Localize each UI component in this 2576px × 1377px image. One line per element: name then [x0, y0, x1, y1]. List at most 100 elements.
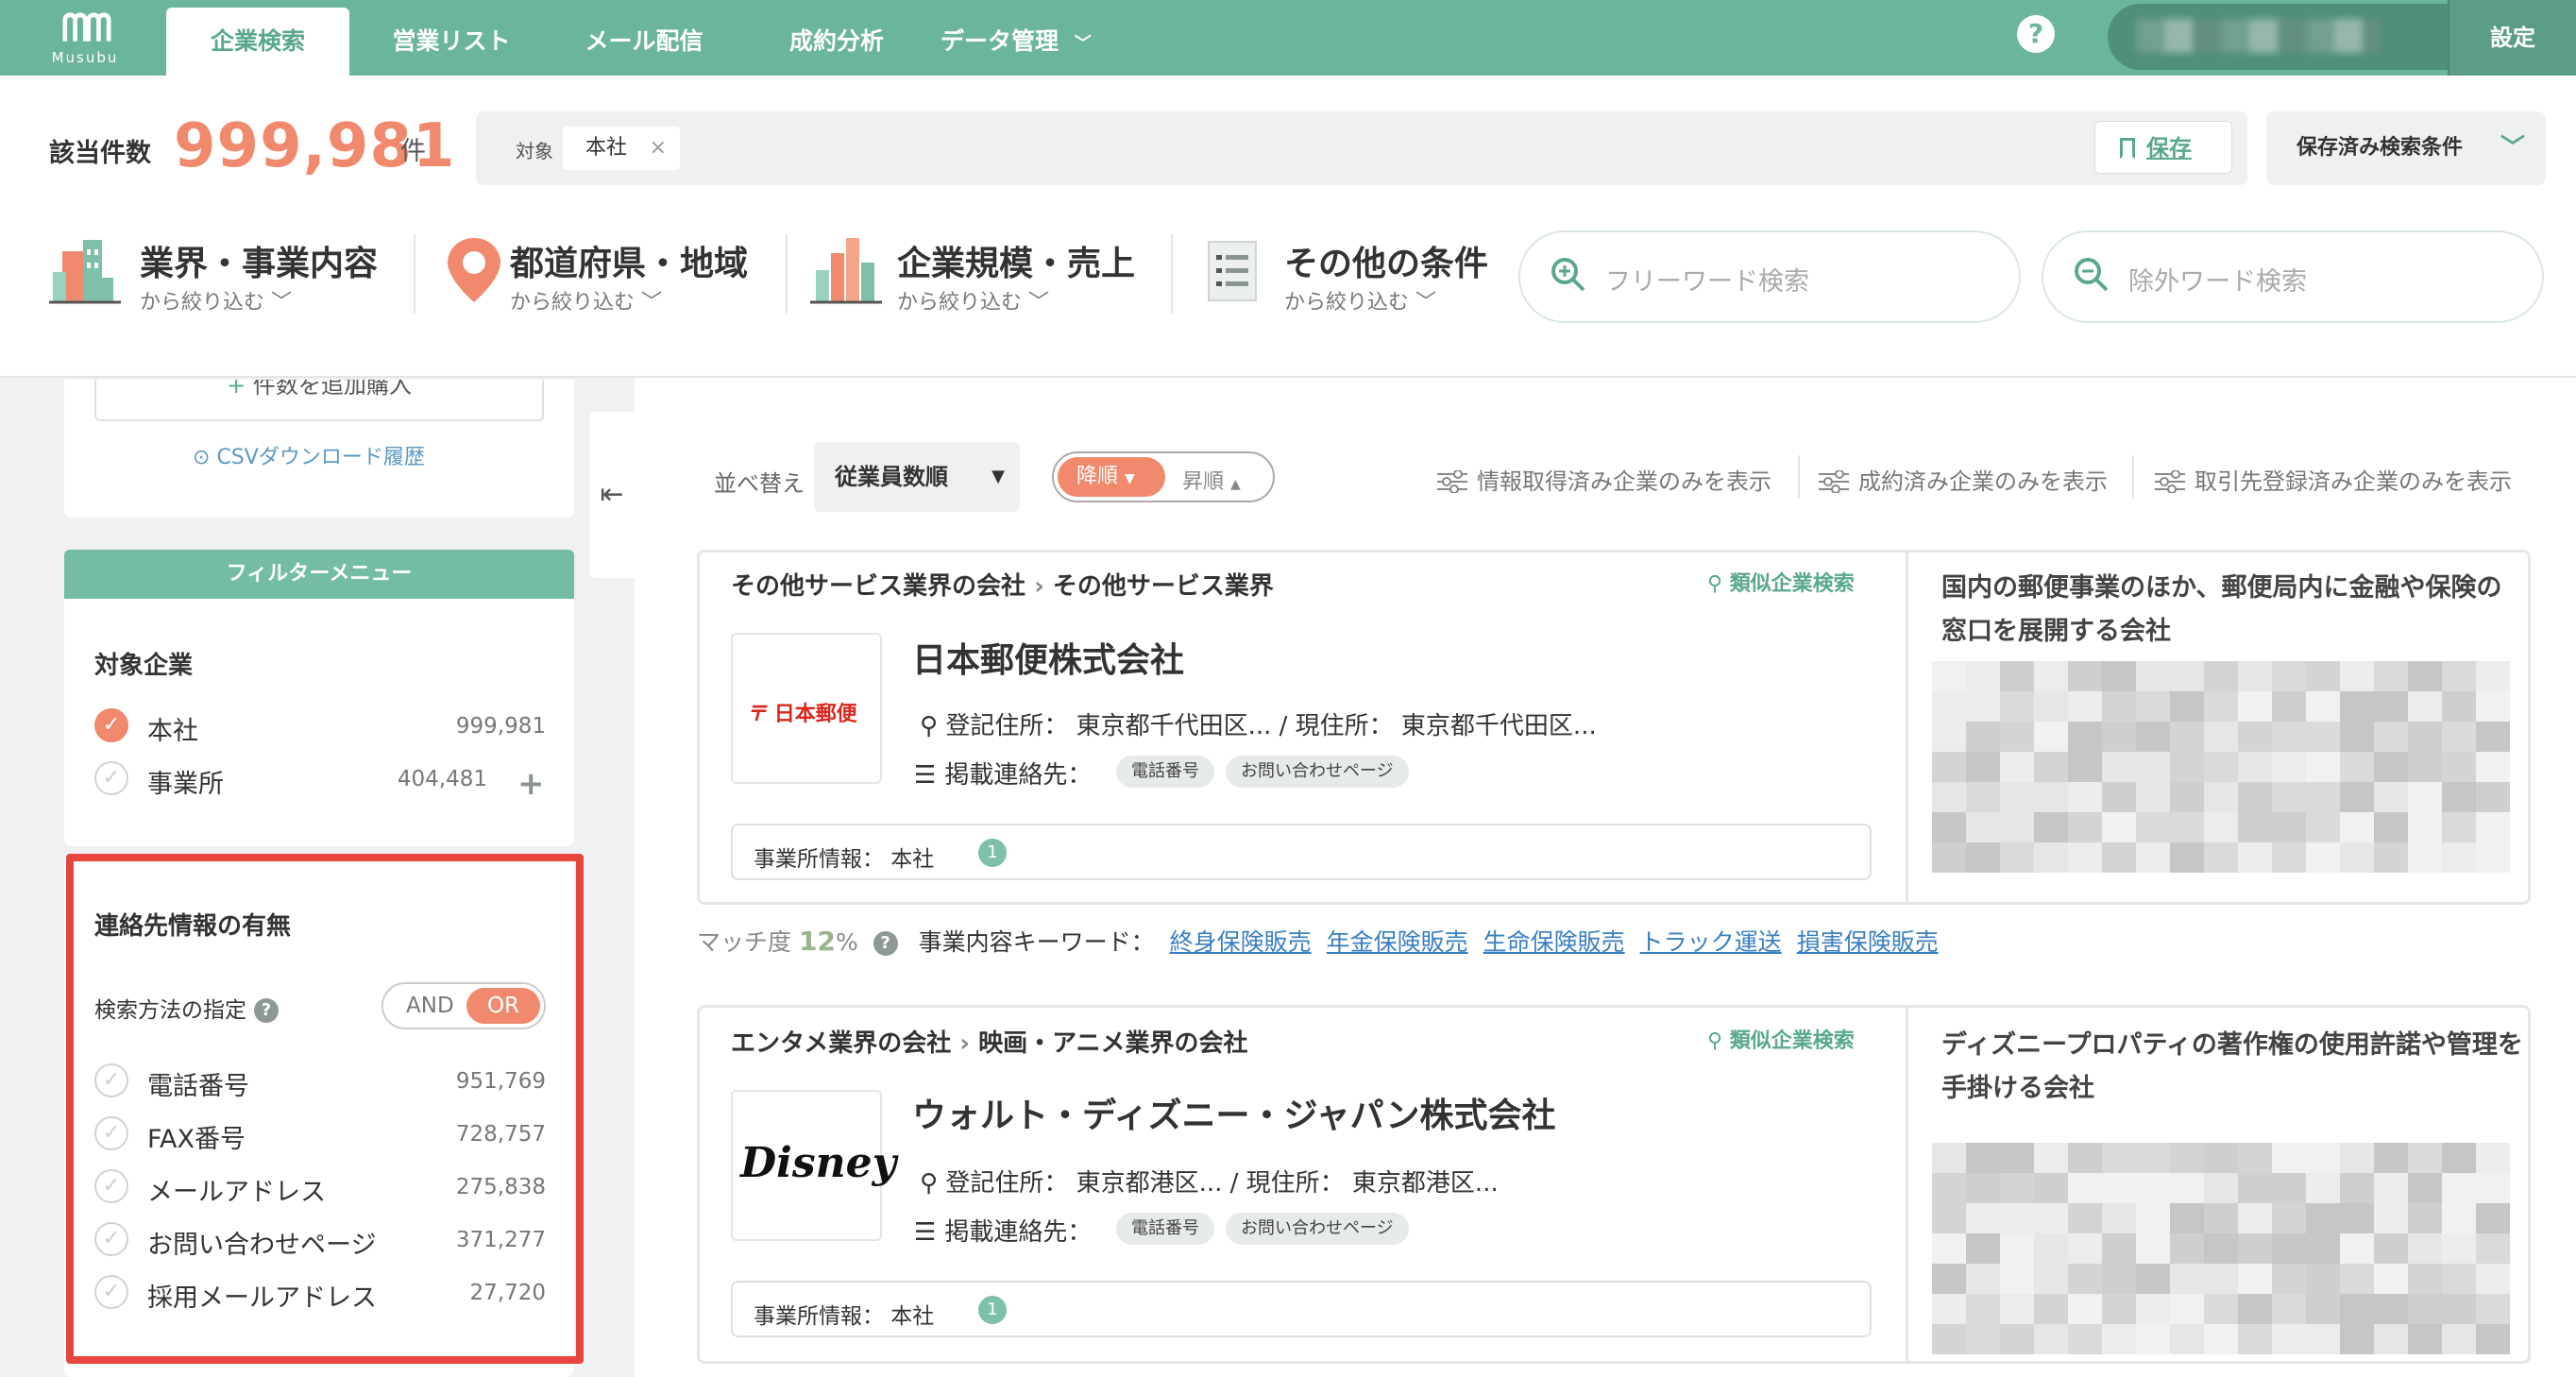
checkbox-icon[interactable]: ✓ [94, 1275, 128, 1309]
category-other-conditions[interactable]: その他の条件 から絞り込む ﹀ [1199, 227, 1492, 321]
checkbox-icon[interactable]: ✓ [94, 1169, 128, 1203]
mosaic-pixel [1932, 1173, 1966, 1203]
tab-company-search[interactable]: 企業検索 [166, 8, 349, 76]
mosaic-pixel [2204, 691, 2238, 722]
mosaic-pixel [1966, 1294, 2000, 1324]
option-phone[interactable]: ✓ 電話番号 951,769 [94, 1062, 546, 1101]
musubu-logo[interactable]: ᗰᗰ Musubu [38, 8, 132, 70]
keyword-link[interactable]: 生命保険販売 [1483, 928, 1625, 956]
keyword-link[interactable]: 年金保険販売 [1327, 928, 1468, 956]
mosaic-pixel [2374, 1264, 2408, 1294]
toggle-or[interactable]: OR [466, 988, 540, 1024]
mosaic-pixel [2034, 1143, 2068, 1173]
category-industry[interactable]: 業界・事業内容 から絞り込む ﹀ [49, 227, 398, 321]
divider [1906, 1008, 1908, 1361]
mosaic-pixel [2408, 812, 2442, 842]
checkbox-icon[interactable]: ✓ [94, 1116, 128, 1150]
category-company-size[interactable]: 企業規模・売上 から絞り込む ﹀ [810, 227, 1169, 321]
mosaic-pixel [2136, 691, 2170, 722]
tab-contract-analysis[interactable]: 成約分析 [752, 0, 922, 76]
mosaic-pixel [2442, 691, 2476, 722]
office-info-box[interactable]: 事業所情報： 本社 1 [731, 1281, 1872, 1337]
option-fax[interactable]: ✓ FAX番号 728,757 [94, 1114, 546, 1154]
mosaic-pixel [2408, 1233, 2442, 1264]
option-headquarters[interactable]: ✓ 本社 999,981 [94, 706, 546, 746]
mosaic-pixel [2238, 1173, 2272, 1203]
mosaic-pixel [2238, 782, 2272, 812]
industry-breadcrumb[interactable]: エンタメ業界の会社 › 映画・アニメ業界の会社 [731, 1024, 1248, 1059]
similar-company-search-link[interactable]: ⚲ 類似企業検索 [1707, 567, 1855, 597]
office-info-label: 事業所情報： 本社 [754, 1304, 935, 1329]
filter-contracted[interactable]: 成約済み企業のみを表示 [1819, 463, 2108, 496]
add-purchase-button[interactable]: + 件数を追加購入 [94, 380, 544, 421]
mosaic-pixel [2374, 1324, 2408, 1354]
mosaic-pixel [2340, 782, 2374, 812]
mosaic-pixel [2306, 1233, 2340, 1264]
checkbox-icon[interactable]: ✓ [94, 1222, 128, 1256]
checkbox-checked-icon[interactable]: ✓ [94, 708, 128, 742]
option-email[interactable]: ✓ メールアドレス 275,838 [94, 1167, 546, 1207]
tab-data-management[interactable]: データ管理 ﹀ [941, 0, 1129, 76]
checkbox-icon[interactable]: ✓ [94, 761, 128, 795]
keyword-link[interactable]: トラック運送 [1640, 928, 1782, 956]
industry-breadcrumb[interactable]: その他サービス業界の会社 › その他サービス業界 [731, 567, 1274, 602]
filter-info-acquired[interactable]: 情報取得済み企業のみを表示 [1437, 463, 1771, 496]
option-recruit-email[interactable]: ✓ 採用メールアドレス 27,720 [94, 1273, 546, 1313]
save-search-button[interactable]: 保存 [2094, 121, 2232, 174]
expand-plus-icon[interactable]: + [517, 765, 545, 803]
filter-chip-headquarters[interactable]: 本社 × [563, 127, 680, 170]
tab-mail-delivery[interactable]: メール配信 [559, 0, 729, 76]
sliders-icon [2155, 470, 2185, 493]
sort-order-toggle[interactable]: 降順 ▼ 昇順 ▲ [1052, 451, 1275, 502]
csv-download-history-link[interactable]: ⊙ CSVダウンロード履歴 [193, 440, 425, 470]
exclude-word-placeholder: 除外ワード検索 [2128, 267, 2307, 297]
help-icon[interactable]: ? [873, 931, 898, 956]
collapse-sidebar-icon[interactable]: ⇤ [589, 412, 635, 578]
office-info-box[interactable]: 事業所情報： 本社 1 [731, 824, 1872, 880]
mosaic-pixel [2136, 661, 2170, 691]
user-account-menu[interactable] [2108, 4, 2448, 70]
mosaic-pixel [2442, 1294, 2476, 1324]
mosaic-pixel [2374, 812, 2408, 842]
mosaic-pixel [2306, 1264, 2340, 1294]
category-region[interactable]: 都道府県・地域 から絞り込む ﹀ [438, 227, 759, 321]
option-label: 本社 [147, 717, 198, 746]
mosaic-pixel [1966, 1173, 2000, 1203]
mosaic-pixel [2136, 1203, 2170, 1233]
saved-conditions-dropdown[interactable]: 保存済み検索条件 ﹀ [2266, 111, 2546, 185]
help-icon[interactable]: ? [254, 998, 279, 1023]
mosaic-pixel [2102, 782, 2136, 812]
settings-button[interactable]: 設定 [2448, 0, 2576, 76]
order-asc-button[interactable]: 昇順 ▲ [1182, 465, 1241, 495]
checkbox-icon[interactable]: ✓ [94, 1063, 128, 1097]
mosaic-pixel [2136, 1264, 2170, 1294]
mosaic-pixel [2170, 1294, 2204, 1324]
mosaic-pixel [2272, 842, 2306, 873]
toggle-and[interactable]: AND [406, 994, 454, 1018]
keyword-link[interactable]: 損害保険販売 [1797, 928, 1939, 956]
exclude-word-search-input[interactable]: 除外ワード検索 [2042, 230, 2544, 323]
company-name[interactable]: ウォルト・ディズニー・ジャパン株式会社 [912, 1088, 1555, 1137]
company-name[interactable]: 日本郵便株式会社 [912, 633, 1184, 682]
keyword-link[interactable]: 終身保険販売 [1170, 928, 1312, 956]
mosaic-pixel [2306, 691, 2340, 722]
free-word-search-input[interactable]: フリーワード検索 [1518, 230, 2021, 323]
mosaic-pixel [2068, 812, 2102, 842]
mosaic-pixel [2272, 691, 2306, 722]
mosaic-pixel [2374, 722, 2408, 752]
category-other-title: その他の条件 [1284, 245, 1489, 283]
mosaic-pixel [2170, 661, 2204, 691]
saved-conditions-label: 保存済み検索条件 [2296, 136, 2464, 160]
disney-logo: Disney [740, 1139, 897, 1187]
company-logo: 〒 日本郵便 [731, 633, 882, 784]
option-branch-office[interactable]: ✓ 事業所 404,481 [94, 759, 487, 799]
close-icon[interactable]: × [650, 127, 667, 170]
option-inquiry-page[interactable]: ✓ お問い合わせページ 371,277 [94, 1220, 546, 1260]
similar-company-search-link[interactable]: ⚲ 類似企業検索 [1707, 1024, 1855, 1054]
help-icon[interactable]: ? [2017, 15, 2055, 53]
and-or-toggle[interactable]: AND OR [381, 982, 546, 1029]
filter-registered-clients[interactable]: 取引先登録済み企業のみを表示 [2155, 463, 2512, 496]
sort-select[interactable]: 従業員数順 ▼ [814, 442, 1020, 512]
tab-sales-list[interactable]: 営業リスト [366, 0, 536, 76]
order-desc-button[interactable]: 降順 ▼ [1058, 457, 1165, 497]
